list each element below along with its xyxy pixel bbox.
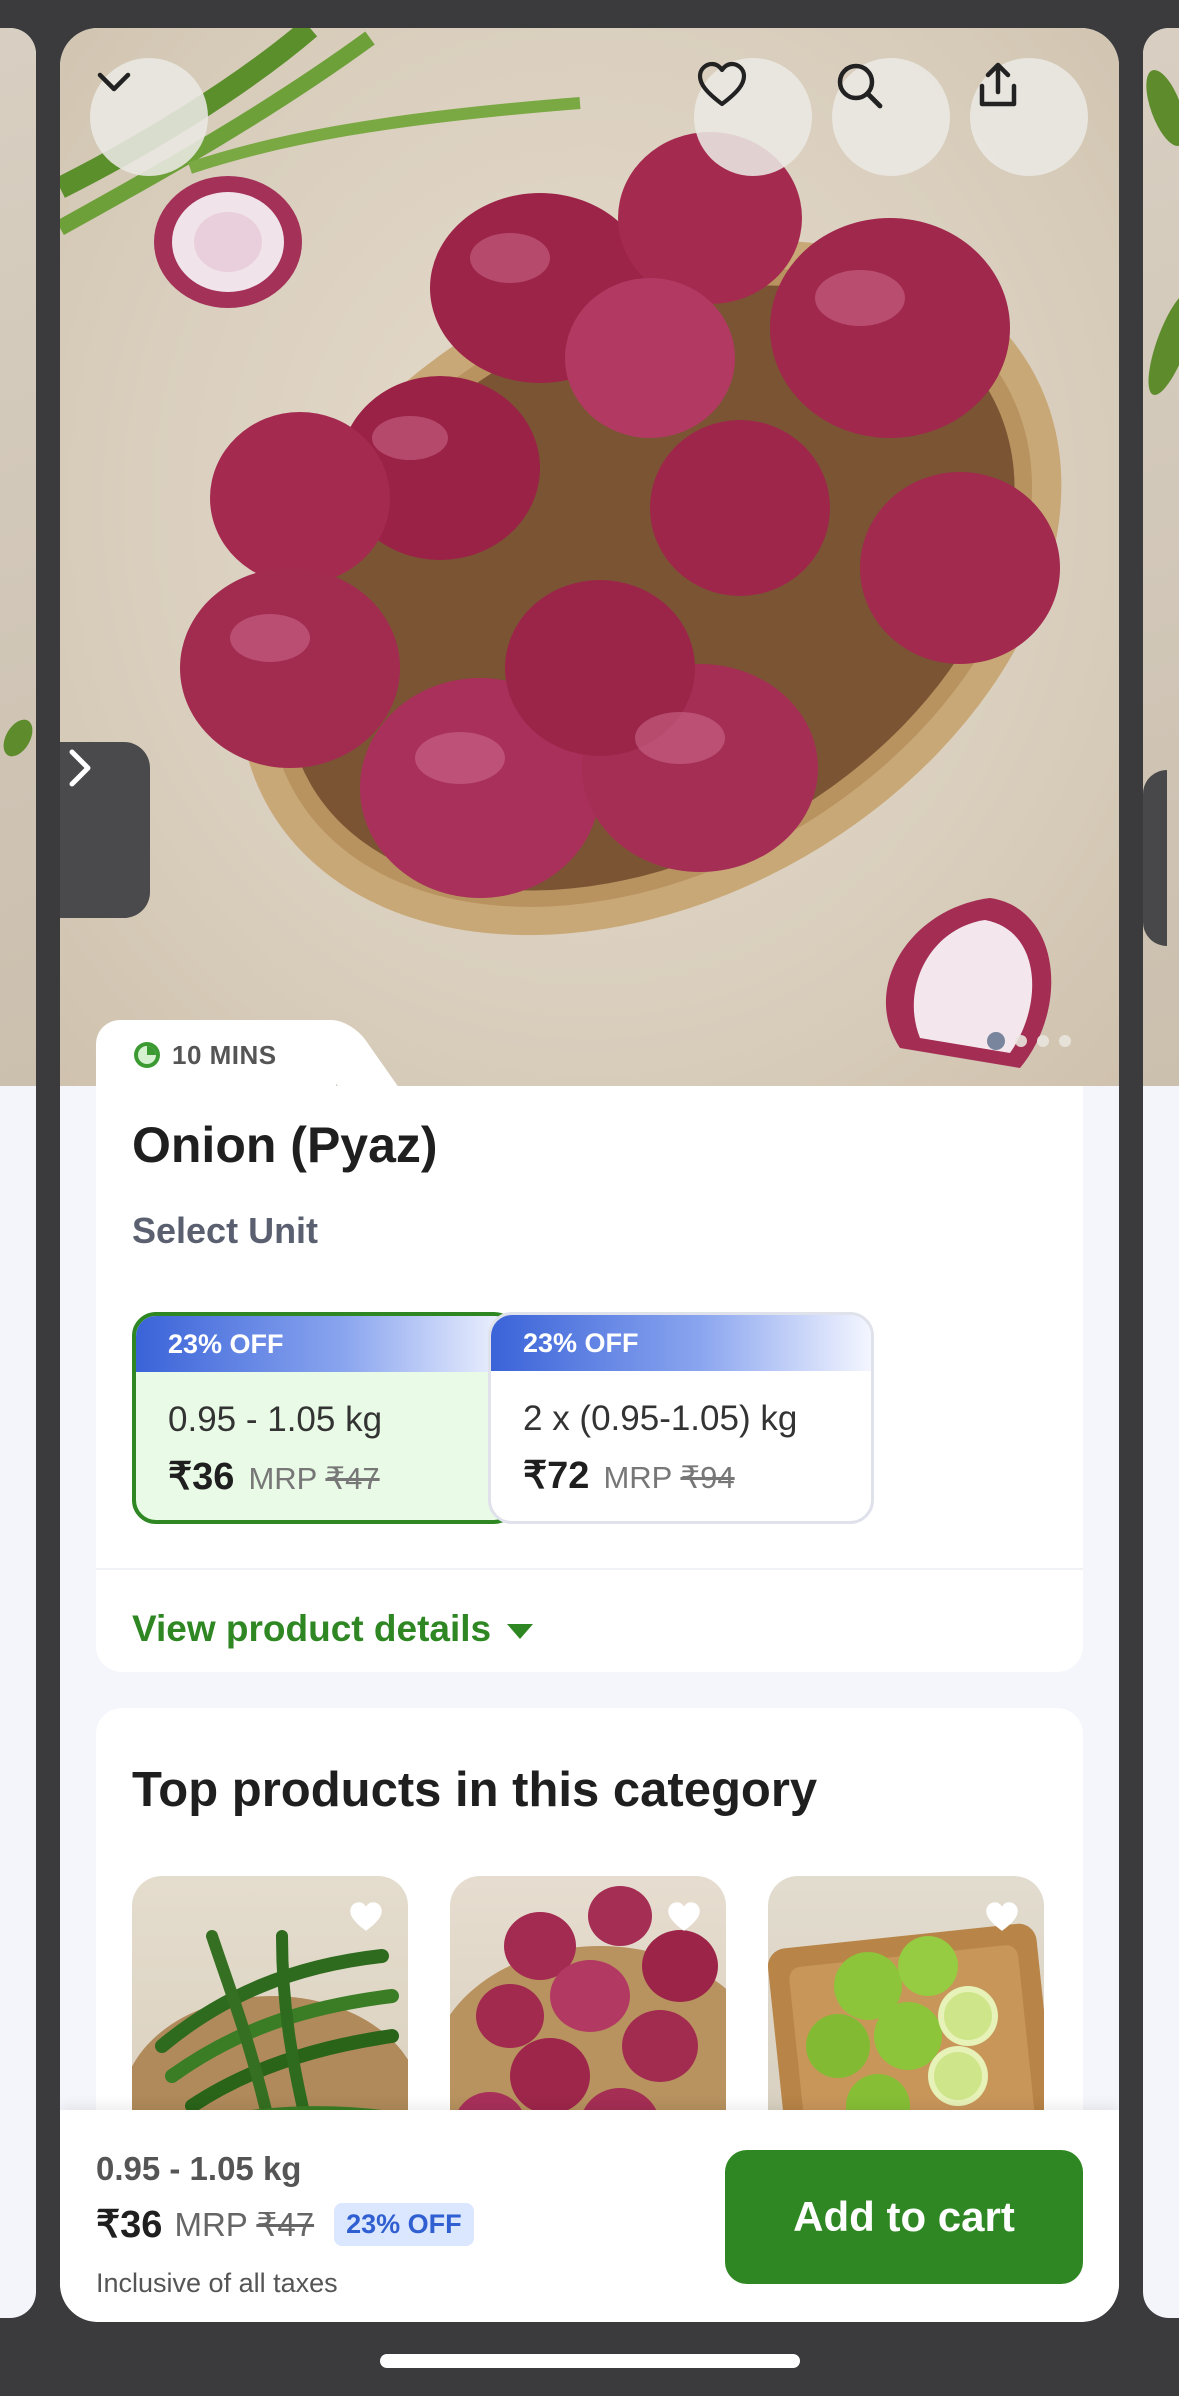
cart-price-line: ₹36 MRP ₹47 23% OFF — [96, 2202, 474, 2247]
chevron-down-icon — [97, 72, 131, 92]
unit-quantity: 0.95 - 1.05 kg — [168, 1400, 383, 1439]
image-carousel-dots — [987, 1032, 1071, 1050]
selected-quantity: 0.95 - 1.05 kg — [96, 2150, 302, 2187]
product-info-panel: Onion (Pyaz) Select Unit 23% OFF 0.95 - … — [96, 1086, 1083, 1672]
discount-badge: 23% OFF — [334, 2203, 474, 2246]
discount-band: 23% OFF — [136, 1316, 514, 1372]
section-title: Top products in this category — [132, 1763, 818, 1817]
previous-product-image — [0, 28, 36, 1086]
home-indicator[interactable] — [380, 2354, 800, 2368]
next-product-tab[interactable] — [1143, 770, 1167, 946]
add-to-cart-button[interactable]: Add to cart — [725, 2150, 1083, 2284]
unit-price: ₹36 — [168, 1456, 235, 1498]
caret-down-icon — [507, 1623, 534, 1639]
share-button[interactable] — [970, 58, 1088, 176]
carousel-dot[interactable] — [1037, 1035, 1049, 1047]
tax-note: Inclusive of all taxes — [96, 2268, 338, 2298]
unit-option-single[interactable]: 23% OFF 0.95 - 1.05 kg ₹36 MRP ₹47 — [132, 1312, 518, 1524]
add-to-cart-label: Add to cart — [793, 2193, 1015, 2240]
chevron-right-icon — [69, 749, 91, 787]
unit-quantity: 2 x (0.95-1.05) kg — [523, 1399, 798, 1438]
next-product-peek[interactable] — [1143, 28, 1179, 2318]
product-card: 10 MINS Onion (Pyaz) Select Unit 23% OFF… — [60, 28, 1119, 2322]
wishlist-button[interactable] — [694, 58, 812, 176]
discount-band: 23% OFF — [491, 1315, 871, 1371]
share-icon — [979, 62, 1017, 107]
delivery-eta-tag: 10 MINS — [96, 1020, 336, 1090]
view-details-label: View product details — [132, 1608, 492, 1649]
view-product-details-link[interactable]: View product details — [132, 1608, 534, 1650]
previous-product-button[interactable] — [60, 742, 150, 918]
search-button[interactable] — [832, 58, 950, 176]
discount-label: 23% OFF — [168, 1328, 284, 1359]
onion-basket-illustration — [60, 28, 1062, 1068]
unit-mrp: MRP ₹94 — [603, 1460, 735, 1495]
carousel-dot[interactable] — [1015, 1035, 1027, 1047]
cart-price: ₹36 — [96, 2204, 163, 2246]
previous-product-peek[interactable] — [0, 28, 36, 2318]
cart-bar: 0.95 - 1.05 kg ₹36 MRP ₹47 23% OFF Inclu… — [60, 2110, 1119, 2322]
collapse-button[interactable] — [90, 58, 208, 176]
search-icon — [837, 63, 883, 109]
cart-mrp: MRP ₹47 — [174, 2206, 315, 2243]
heart-icon[interactable] — [346, 1898, 386, 1938]
heart-icon — [697, 61, 747, 107]
unit-option-pack-of-2[interactable]: 23% OFF 2 x (0.95-1.05) kg ₹72 MRP ₹94 — [488, 1312, 874, 1524]
product-title: Onion (Pyaz) — [132, 1117, 438, 1173]
product-image[interactable] — [60, 28, 1119, 1086]
delivery-eta: 10 MINS — [172, 1039, 277, 1070]
discount-label: 23% OFF — [523, 1327, 639, 1358]
heart-icon[interactable] — [982, 1898, 1022, 1938]
unit-price: ₹72 — [523, 1455, 590, 1497]
carousel-dot[interactable] — [987, 1032, 1005, 1050]
divider — [96, 1568, 1083, 1570]
unit-mrp: MRP ₹47 — [248, 1461, 380, 1496]
heart-icon[interactable] — [664, 1898, 704, 1938]
carousel-dot[interactable] — [1059, 1035, 1071, 1047]
select-unit-label: Select Unit — [132, 1210, 319, 1251]
clock-icon — [134, 1042, 160, 1068]
